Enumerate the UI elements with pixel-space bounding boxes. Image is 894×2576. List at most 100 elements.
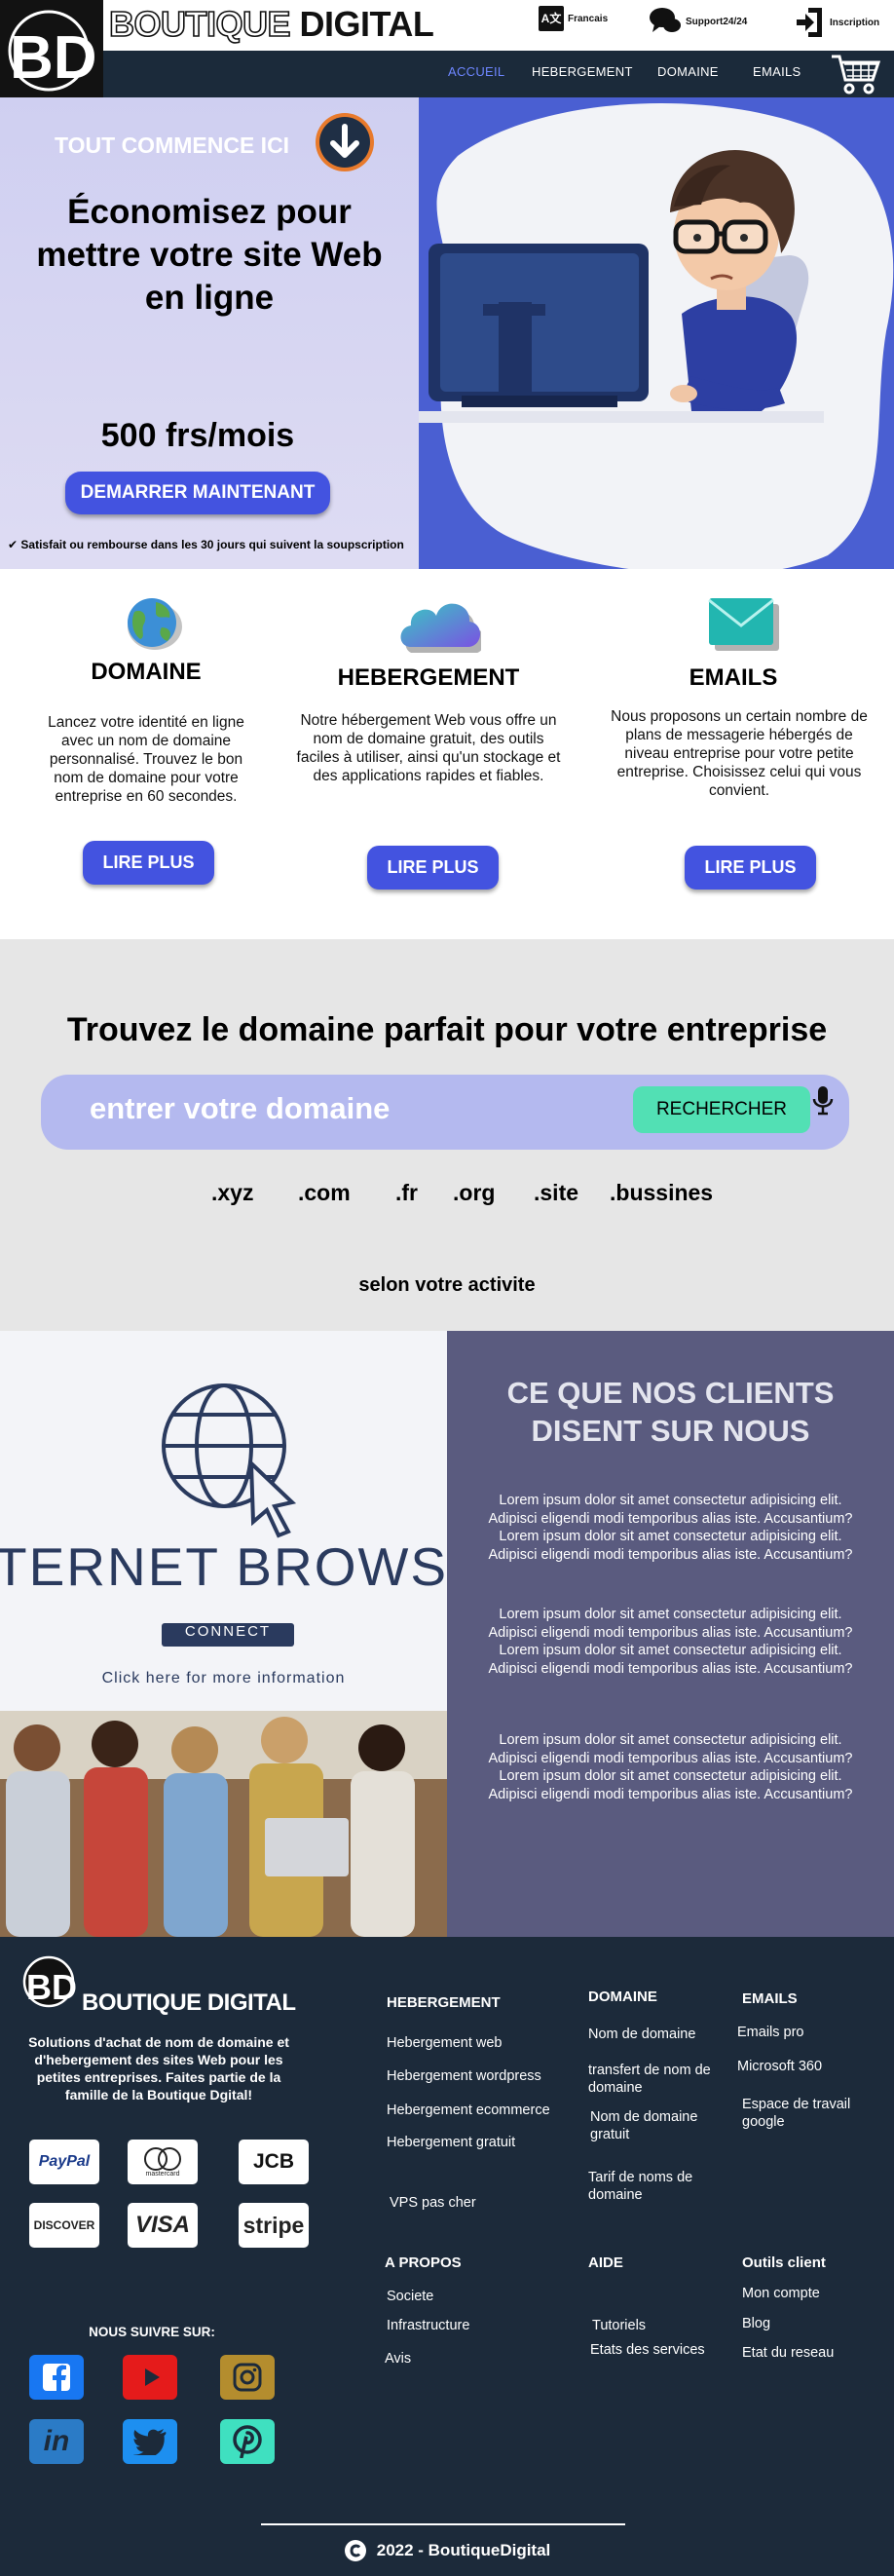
microphone-icon[interactable] <box>812 1085 834 1121</box>
linkedin-icon[interactable]: in <box>29 2419 84 2464</box>
start-now-button[interactable]: DEMARRER MAINTENANT <box>65 472 330 514</box>
cloud-icon <box>397 596 486 658</box>
instagram-icon[interactable] <box>220 2355 275 2400</box>
footer-tagline: Solutions d'achat de nom de domaine et d… <box>28 2034 289 2102</box>
service-title-domaine: DOMAINE <box>91 659 202 685</box>
footer-link[interactable]: Etat du reseau <box>742 2344 834 2362</box>
brand-name[interactable]: BOUTIQUE DIGITAL <box>108 3 434 45</box>
footer-link[interactable]: Hebergement ecommerce <box>387 2102 550 2119</box>
domain-search-title: Trouvez le domaine parfait pour votre en… <box>66 1011 828 1048</box>
tld-fr[interactable]: .fr <box>395 1180 418 1206</box>
tld-bussines[interactable]: .bussines <box>610 1180 713 1206</box>
globe-icon <box>123 594 183 656</box>
follow-us-label: NOUS SUIVRE SUR: <box>89 2325 215 2339</box>
hero-guarantee-text: Satisfait ou rembourse dans les 30 jours… <box>20 538 404 551</box>
testimonial-block-2: Lorem ipsum dolor sit amet consectetur a… <box>447 1606 894 1678</box>
testimonial-line: Adipisci eligendi modi temporibus alias … <box>488 1546 853 1563</box>
stripe-logo: stripe <box>239 2203 309 2248</box>
footer-link[interactable]: Espace de travail google <box>742 2096 878 2131</box>
footer-link[interactable]: Emails pro <box>737 2024 804 2041</box>
tld-com[interactable]: .com <box>298 1180 351 1206</box>
footer-link[interactable]: Nom de domaine <box>588 2026 695 2043</box>
facebook-icon[interactable] <box>29 2355 84 2400</box>
language-selector[interactable]: A文 Francais <box>539 6 608 31</box>
read-more-hebergement-button[interactable]: LIRE PLUS <box>367 846 499 890</box>
footer-link[interactable]: Nom de domaine gratuit <box>590 2108 721 2143</box>
hero-headline-line3: en ligne <box>144 279 275 317</box>
footer-logo[interactable]: BD <box>21 1954 77 2013</box>
footer-link[interactable]: Infrastructure <box>387 2317 469 2334</box>
footer-link[interactable]: Microsoft 360 <box>737 2058 822 2075</box>
nav-item-emails[interactable]: EMAILS <box>753 64 801 79</box>
connect-button[interactable]: CONNECT <box>162 1623 294 1640</box>
service-text-emails: Nous proposons un certain nombre de plan… <box>611 708 868 799</box>
brand-logo[interactable]: BD <box>0 0 103 97</box>
footer-link[interactable]: Societe <box>387 2288 433 2305</box>
copyright: 2022 - BoutiqueDigital <box>0 2539 894 2562</box>
nav-item-domaine[interactable]: DOMAINE <box>657 64 719 79</box>
footer-col-hebergement-title: HEBERGEMENT <box>387 1994 501 2011</box>
footer-col-apropos-title: A PROPOS <box>385 2254 462 2271</box>
paypal-logo: PayPal <box>29 2140 99 2184</box>
svg-text:BD: BD <box>26 1967 76 2007</box>
language-label: Francais <box>568 13 609 24</box>
copyright-icon <box>344 2540 366 2561</box>
youtube-icon[interactable] <box>123 2355 177 2400</box>
read-more-domaine-button[interactable]: LIRE PLUS <box>83 841 214 885</box>
domain-search-button[interactable]: RECHERCHER <box>633 1086 810 1133</box>
support-label: Support24/24 <box>686 16 748 27</box>
translate-icon: A文 <box>539 6 564 31</box>
testimonial-block-3: Lorem ipsum dolor sit amet consectetur a… <box>447 1731 894 1803</box>
testimonial-block-1: Lorem ipsum dolor sit amet consectetur a… <box>447 1492 894 1564</box>
support-link[interactable]: Support24/24 <box>649 6 747 37</box>
read-more-emails-button[interactable]: LIRE PLUS <box>685 846 816 890</box>
footer-col-aide-title: AIDE <box>588 2254 623 2271</box>
footer-link[interactable]: Etats des services <box>590 2341 705 2359</box>
service-title-hebergement: HEBERGEMENT <box>337 664 520 691</box>
footer-link[interactable]: Tarif de noms de domaine <box>588 2169 721 2204</box>
twitter-icon[interactable] <box>123 2419 177 2464</box>
tld-org[interactable]: .org <box>453 1180 495 1206</box>
service-text-domaine: Lancez votre identité en ligne avec un n… <box>48 714 244 805</box>
hero-price: 500 frs/mois <box>100 417 295 454</box>
footer-col-emails-title: EMAILS <box>742 1990 798 2007</box>
testimonial-line: Lorem ipsum dolor sit amet consectetur a… <box>499 1768 842 1784</box>
footer-link[interactable]: VPS pas cher <box>390 2194 476 2212</box>
testimonial-line: Lorem ipsum dolor sit amet consectetur a… <box>499 1607 842 1622</box>
footer-link[interactable]: Hebergement web <box>387 2034 503 2052</box>
tld-site[interactable]: .site <box>534 1180 578 1206</box>
footer-brand-name: BOUTIQUE DIGITAL <box>82 1989 296 2016</box>
signup-link[interactable]: Inscription <box>795 6 879 39</box>
footer-link[interactable]: transfert de nom de domaine <box>588 2062 721 2097</box>
footer-link[interactable]: Avis <box>385 2350 411 2368</box>
domain-search-input[interactable] <box>88 1086 598 1131</box>
footer-link[interactable]: Hebergement wordpress <box>387 2067 541 2085</box>
hero-headline: Économisez pour mettre votre site Web en… <box>0 191 419 320</box>
nav-item-hebergement[interactable]: HEBERGEMENT <box>532 64 633 79</box>
arrow-down-circle-icon <box>316 113 374 171</box>
footer-link[interactable]: Mon compte <box>742 2285 820 2302</box>
browse-banner-text: TERNET BROWS <box>0 1536 449 1597</box>
testimonial-line: Adipisci eligendi modi temporibus alias … <box>488 1510 853 1527</box>
testimonial-line: Lorem ipsum dolor sit amet consectetur a… <box>499 1643 842 1658</box>
svg-text:BD: BD <box>10 24 97 92</box>
testimonial-line: Lorem ipsum dolor sit amet consectetur a… <box>499 1732 842 1748</box>
tld-xyz[interactable]: .xyz <box>211 1180 253 1206</box>
check-icon: ✔ <box>8 538 19 551</box>
scroll-down-button[interactable] <box>314 111 376 178</box>
hero-headline-line1: Économisez pour <box>67 193 352 231</box>
chat-bubbles-icon <box>650 8 681 32</box>
footer-link[interactable]: Hebergement gratuit <box>387 2134 515 2151</box>
testimonial-line: Adipisci eligendi modi temporibus alias … <box>488 1786 853 1802</box>
browse-hint: Click here for more information <box>101 1670 346 1686</box>
pinterest-icon[interactable] <box>220 2419 275 2464</box>
footer-link[interactable]: Tutoriels <box>592 2317 646 2334</box>
cart-button[interactable] <box>830 53 882 100</box>
nav-item-accueil[interactable]: ACCUEIL <box>448 64 504 79</box>
testimonials-title-line2: DISENT SUR NOUS <box>531 1414 810 1448</box>
testimonial-line: Adipisci eligendi modi temporibus alias … <box>488 1750 853 1766</box>
footer-col-outils-title: Outils client <box>742 2254 826 2271</box>
testimonial-line: Lorem ipsum dolor sit amet consectetur a… <box>499 1529 842 1544</box>
footer-link[interactable]: Blog <box>742 2315 770 2332</box>
testimonial-line: Lorem ipsum dolor sit amet consectetur a… <box>499 1493 842 1508</box>
